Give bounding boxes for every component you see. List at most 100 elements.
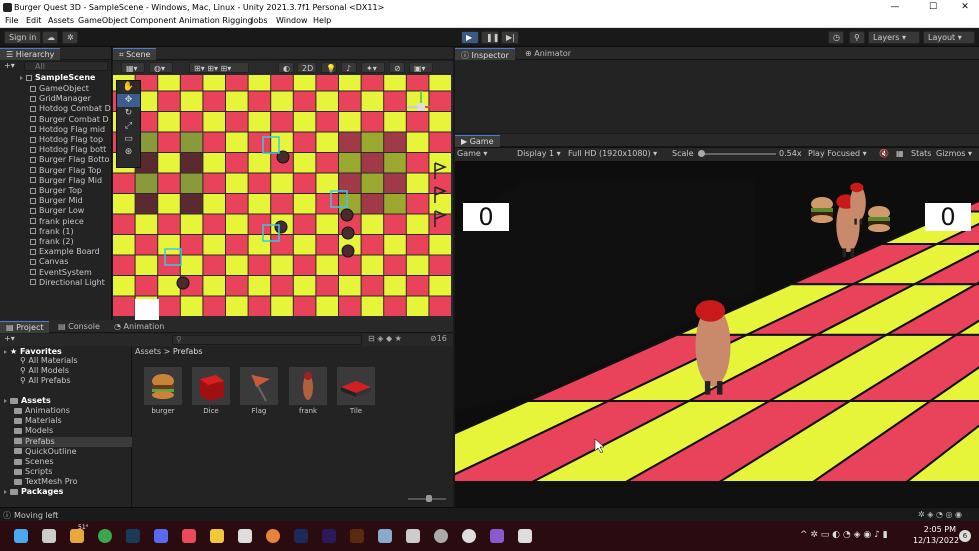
tab-animator[interactable]: ⊕ Animator [519,48,577,60]
folder-item[interactable]: Materials [14,416,62,426]
layers-dropdown[interactable]: Layers ▾ [868,31,920,44]
clock-time[interactable]: 2:05 PM [920,525,956,534]
github-icon[interactable] [462,529,476,543]
stats-button[interactable]: Stats [911,148,931,160]
minimize-icon[interactable]: — [880,2,910,12]
scene-gizmo[interactable] [401,87,441,127]
signin-button[interactable]: Sign in [4,31,42,44]
breadcrumb-assets[interactable]: Assets [135,347,161,356]
step-button[interactable]: ▶| [501,31,519,44]
cloud-icon[interactable]: ☁ [42,31,58,44]
photoshop-icon[interactable] [294,529,308,543]
maximize-icon[interactable]: ☐ [918,2,948,12]
display-dropdown[interactable]: Display 1 ▾ [517,148,561,160]
history-icon[interactable]: ◷ [828,31,844,44]
transform-tool-icon[interactable]: ⊛ [117,146,140,159]
mode-2d-button[interactable]: 2D [297,62,317,73]
draw-mode-dropdown[interactable]: ▦▾ [121,62,145,73]
unity-hub-icon[interactable] [238,529,252,543]
hand-tool-icon[interactable]: ✋ [117,81,140,94]
expand-arrow-icon[interactable] [4,398,7,403]
scale-slider[interactable] [698,150,776,157]
file-explorer-icon[interactable] [210,529,224,543]
folder-item[interactable]: QuickOutline [14,447,77,457]
status-icons[interactable]: ✲ ◈ ◔ ◎ ◉ [918,510,962,519]
hidden-icon[interactable]: ⊘ [389,62,405,73]
folder-item[interactable]: Models [14,426,53,436]
steam-icon[interactable] [126,529,140,543]
menu-jobs[interactable]: Jobs [251,16,268,25]
collab-icon[interactable]: ✲ [62,31,78,44]
scale-tool-icon[interactable]: ⤢ [117,120,140,133]
mute-audio-icon[interactable]: 🔇 [879,148,889,160]
task-view-icon[interactable] [42,529,56,543]
clock-date[interactable]: 12/13/2022 [913,536,959,545]
tab-game[interactable]: ▶ Game [455,135,500,147]
tab-hierarchy[interactable]: ☰ Hierarchy [0,48,61,60]
favorite-item[interactable]: ⚲ All Materials [20,356,78,366]
notification-badge[interactable]: 6 [959,530,971,542]
menu-assets[interactable]: Assets [48,16,74,25]
close-icon[interactable]: ✕ [950,2,979,12]
project-search-input[interactable]: ⚲ [172,335,362,345]
pause-button[interactable]: ❚❚ [481,31,499,44]
expand-arrow-icon[interactable] [4,489,7,494]
breadcrumb-prefabs[interactable]: Prefabs [173,347,203,356]
menu-component[interactable]: Component [130,16,176,25]
folder-item[interactable]: Prefabs [14,436,132,447]
effects-dropdown[interactable]: ✦▾ [361,62,385,73]
gizmo-tools[interactable]: ⊞▾ ⊞▾ ⊞▾ [189,62,249,73]
hierarchy-search-input[interactable]: All [24,61,108,71]
prefab-flag[interactable]: Flag [240,367,278,415]
tab-animation[interactable]: ◔ Animation [108,321,170,333]
shading-dropdown[interactable]: ◍▾ [149,62,173,73]
notepad-icon[interactable] [406,529,420,543]
tab-scene[interactable]: ⌗ Scene [113,48,157,60]
system-tray-icons[interactable]: ^ ✲ ▭ ◐ ◔ ◈ ◉ ♪ ▮ [800,530,888,540]
play-focused-dropdown[interactable]: Play Focused ▾ [808,148,867,160]
packages-header[interactable]: Packages [4,487,63,497]
menu-file[interactable]: File [5,16,18,25]
discord-icon[interactable] [154,529,168,543]
zoom-slider-handle[interactable] [426,495,432,502]
menu-edit[interactable]: Edit [26,16,42,25]
grid-icon[interactable]: ▦ [896,148,904,160]
audio-icon[interactable]: ♪ [341,62,357,73]
folder-item[interactable]: Scenes [14,457,54,467]
prefab-tile[interactable]: Tile [337,367,375,415]
menu-help[interactable]: Help [313,16,331,25]
prefab-dice[interactable]: Dice [192,367,230,415]
tab-project[interactable]: ▤ Project [0,321,50,333]
gizmos-dropdown[interactable]: Gizmos ▾ [936,148,972,160]
blender-icon[interactable] [266,529,280,543]
settings-icon[interactable] [434,529,448,543]
lighting-icon[interactable]: ◐ [278,62,294,73]
start-icon[interactable] [14,529,28,543]
add-icon[interactable]: +▾ [4,61,15,70]
zoom-slider[interactable] [408,495,446,502]
favorite-item[interactable]: ⚲ All Models [20,366,69,376]
move-tool-icon[interactable]: ✥ [117,94,140,107]
menu-window[interactable]: Window [276,16,308,25]
project-filter-icons[interactable]: ⊟ ◈ ◆ ★ [368,334,402,343]
play-button[interactable]: ▶ [461,31,479,44]
prefab-burger[interactable]: burger [144,367,182,415]
photos-icon[interactable] [378,529,392,543]
menu-animation-rigging[interactable]: Animation Rigging [179,16,253,25]
layout-dropdown[interactable]: Layout ▾ [923,31,975,44]
folder-item[interactable]: TextMesh Pro [14,477,77,487]
illustrator-icon[interactable] [350,529,364,543]
weather-icon[interactable] [70,529,84,543]
prefab-frank[interactable]: frank [289,367,327,415]
premiere-icon[interactable] [322,529,336,543]
project-add-icon[interactable]: +▾ [4,334,15,343]
chrome-icon[interactable] [98,529,112,543]
game-view[interactable] [455,161,979,481]
menu-gameobject[interactable]: GameObject [78,16,128,25]
scale-slider-handle[interactable] [698,150,705,157]
rect-tool-icon[interactable]: ▭ [117,133,140,146]
tab-inspector[interactable]: ⓘ Inspector [455,48,515,60]
folder-item[interactable]: Scripts [14,467,52,477]
visual-studio-icon[interactable] [490,529,504,543]
expand-arrow-icon[interactable] [4,349,7,354]
